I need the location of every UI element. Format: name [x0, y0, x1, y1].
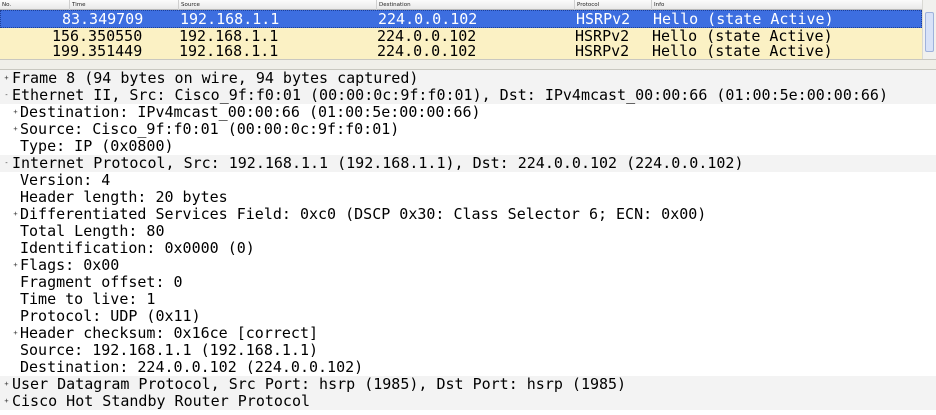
column-header-info[interactable]: Info — [652, 0, 922, 10]
tree-node-protocol[interactable]: + Frame 8 (94 bytes on wire, 94 bytes cap… — [0, 70, 936, 87]
tree-node-field[interactable]: + Header checksum: 0x16ce [correct] — [0, 325, 936, 342]
packet-no: 19 — [51, 42, 70, 60]
packet-info: Hello (state Active) — [652, 42, 833, 60]
packet-destination: 224.0.0.102 — [377, 42, 477, 60]
tree-node-field[interactable]: + Destination: IPv4mcast_00:00:66 (01:00:… — [0, 104, 936, 121]
packet-row[interactable]: 19 9.351449 192.168.1.1 224.0.0.102 HSRP… — [0, 43, 922, 59]
tree-node-label: Flags: 0x00 — [20, 256, 120, 274]
tree-node-label: Time to live: 1 — [20, 290, 156, 308]
tree-node-field[interactable]: Fragment offset: 0 — [0, 274, 936, 291]
tree-node-label: Fragment offset: 0 — [20, 273, 183, 291]
packet-row-selected[interactable]: 8 3.349709 192.168.1.1 224.0.0.102 HSRPv… — [0, 10, 922, 28]
tree-node-field[interactable]: Total Length: 80 — [0, 223, 936, 240]
tree-node-protocol[interactable]: - Internet Protocol, Src: 192.168.1.1 (19… — [0, 155, 936, 172]
expand-icon[interactable]: + — [12, 330, 19, 337]
expand-icon[interactable]: + — [12, 262, 19, 269]
collapse-icon[interactable]: - — [3, 160, 10, 167]
tree-node-label: Ethernet II, Src: Cisco_9f:f0:01 (00:00:… — [12, 86, 888, 104]
tree-node-field[interactable]: Type: IP (0x0800) — [0, 138, 936, 155]
tree-node-field[interactable]: Source: 192.168.1.1 (192.168.1.1) — [0, 342, 936, 359]
pane-splitter[interactable] — [0, 59, 936, 70]
tree-node-field[interactable]: + Differentiated Services Field: 0xc0 (DS… — [0, 206, 936, 223]
tree-node-label: Frame 8 (94 bytes on wire, 94 bytes capt… — [12, 70, 419, 87]
tree-node-field[interactable]: Destination: 224.0.0.102 (224.0.0.102) — [0, 359, 936, 376]
tree-node-label: Header length: 20 bytes — [20, 188, 228, 206]
tree-node-label: User Datagram Protocol, Src Port: hsrp (… — [12, 375, 627, 393]
tree-node-label: Source: Cisco_9f:f0:01 (00:00:0c:9f:f0:0… — [20, 120, 400, 138]
expand-icon[interactable]: + — [12, 126, 19, 133]
tree-node-protocol[interactable]: - Ethernet II, Src: Cisco_9f:f0:01 (00:00… — [0, 87, 936, 104]
scrollbar-thumb[interactable] — [925, 12, 934, 52]
tree-node-field[interactable]: + Flags: 0x00 — [0, 257, 936, 274]
tree-node-label: Header checksum: 0x16ce [correct] — [20, 324, 319, 342]
tree-node-label: Source: 192.168.1.1 (192.168.1.1) — [20, 341, 319, 359]
tree-node-field[interactable]: Protocol: UDP (0x11) — [0, 308, 936, 325]
tree-node-protocol[interactable]: + User Datagram Protocol, Src Port: hsrp … — [0, 376, 936, 393]
column-header-protocol[interactable]: Protocol — [575, 0, 652, 10]
tree-node-field[interactable]: Version: 4 — [0, 172, 936, 189]
tree-node-field[interactable]: Identification: 0x0000 (0) — [0, 240, 936, 257]
expand-icon[interactable]: + — [3, 398, 10, 405]
tree-node-label: Protocol: UDP (0x11) — [20, 307, 201, 325]
column-header-time[interactable]: Time — [70, 0, 179, 10]
tree-node-label: Cisco Hot Standby Router Protocol — [12, 392, 311, 410]
packet-details-tree: + Frame 8 (94 bytes on wire, 94 bytes cap… — [0, 70, 936, 415]
tree-node-label: Total Length: 80 — [20, 222, 165, 240]
tree-node-field[interactable]: Header length: 20 bytes — [0, 189, 936, 206]
column-header-no[interactable]: No. — [0, 0, 70, 10]
expand-icon[interactable]: + — [3, 381, 10, 388]
packet-destination: 224.0.0.102 — [378, 10, 478, 28]
tree-node-label: Destination: 224.0.0.102 (224.0.0.102) — [20, 358, 364, 376]
packet-protocol: HSRPv2 — [575, 42, 630, 60]
packet-protocol: HSRPv2 — [576, 10, 631, 28]
tree-node-label: Internet Protocol, Src: 192.168.1.1 (192… — [12, 154, 744, 172]
tree-node-label: Destination: IPv4mcast_00:00:66 (01:00:5… — [20, 103, 481, 121]
packet-source: 192.168.1.1 — [179, 42, 279, 60]
expand-icon[interactable]: + — [12, 211, 19, 218]
tree-node-label: Identification: 0x0000 (0) — [20, 239, 255, 257]
tree-node-label: Type: IP (0x0800) — [20, 137, 174, 155]
tree-node-protocol[interactable]: + Cisco Hot Standby Router Protocol — [0, 393, 936, 410]
tree-node-field[interactable]: + Source: Cisco_9f:f0:01 (00:00:0c:9f:f0:… — [0, 121, 936, 138]
tree-node-field[interactable]: Time to live: 1 — [0, 291, 936, 308]
column-header-destination[interactable]: Destination — [377, 0, 575, 10]
packet-no: 8 — [61, 10, 71, 28]
column-header-source[interactable]: Source — [179, 0, 377, 10]
packet-time: 3.349709 — [71, 10, 144, 28]
packet-time: 9.351449 — [70, 42, 143, 60]
tree-node-label: Version: 4 — [20, 171, 111, 189]
expand-icon[interactable]: + — [3, 75, 10, 82]
collapse-icon[interactable]: - — [3, 92, 10, 99]
packet-source: 192.168.1.1 — [180, 10, 280, 28]
expand-icon[interactable]: + — [12, 109, 19, 116]
tree-node-label: Differentiated Services Field: 0xc0 (DSC… — [20, 205, 707, 223]
packet-info: Hello (state Active) — [653, 10, 834, 28]
packet-list-header: No. Time Source Destination Protocol Inf… — [0, 0, 922, 10]
